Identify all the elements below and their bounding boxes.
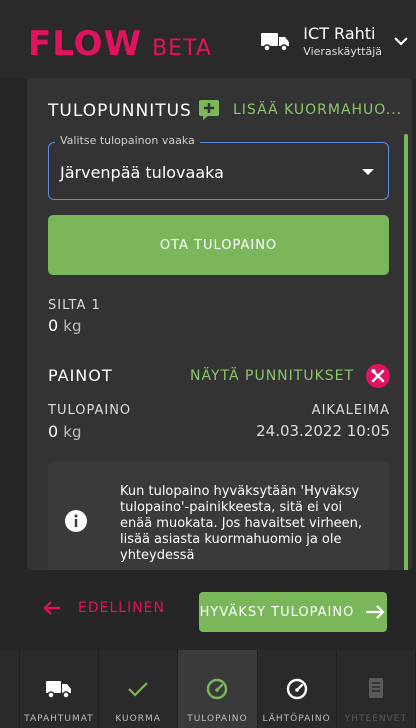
nav-label-lahtopaino: LÄHTÖPAINO: [262, 714, 331, 724]
timestamp-label: AIKALEIMA: [311, 403, 390, 418]
scale-select[interactable]: Valitse tulopainon vaaka Järvenpää tulov…: [48, 134, 389, 200]
bridge-label: SILTA 1: [48, 298, 101, 313]
nav-item-kuorma[interactable]: KUORMA: [99, 650, 179, 728]
scale-select-legend: Valitse tulopainon vaaka: [55, 134, 200, 147]
logo-text: FLOW: [28, 24, 143, 64]
show-weighings-label: NÄYTÄ PUNNITUKSET: [190, 368, 355, 384]
info-text: Kun tulopaino hyväksytään 'Hyväksy tulop…: [120, 484, 363, 563]
flow-logo: FLOW BETA: [28, 24, 212, 64]
truck-icon: [45, 681, 71, 699]
add-comment-label: LISÄÄ KUORMAHUO...: [233, 102, 403, 118]
bridge-weight-value: 0: [48, 316, 59, 335]
bridge-weight-unit: kg: [63, 317, 82, 335]
nav-edge: [0, 650, 20, 728]
user-info: ICT Rahti Vieraskäyttäjä: [303, 24, 382, 58]
previous-label: EDELLINEN: [78, 600, 165, 616]
section-title: TULOPUNNITUS: [48, 101, 192, 121]
previous-button[interactable]: EDELLINEN: [42, 598, 165, 618]
document-icon: [368, 678, 383, 698]
user-role: Vieraskäyttäjä: [303, 45, 382, 58]
user-menu[interactable]: ICT Rahti Vieraskäyttäjä: [261, 24, 410, 58]
user-name: ICT Rahti: [303, 24, 376, 43]
dropdown-caret-icon: [362, 169, 374, 175]
accept-weight-button[interactable]: HYVÄKSY TULOPAINO: [199, 592, 387, 632]
take-weight-button[interactable]: OTA TULOPAINO: [48, 215, 389, 275]
scrollbar[interactable]: [404, 134, 408, 570]
check-icon: [128, 682, 148, 697]
chevron-down-icon: [394, 37, 408, 46]
nav-item-lahtopaino[interactable]: LÄHTÖPAINO: [258, 650, 337, 728]
tools-icon: [366, 364, 391, 388]
take-weight-label: OTA TULOPAINO: [159, 237, 278, 253]
nav-item-tapahtumat[interactable]: TAPAHTUMAT: [20, 650, 100, 728]
arrow-right-icon: [366, 605, 385, 619]
nav-label-kuorma: KUORMA: [115, 714, 161, 724]
nav-item-tulopaino[interactable]: TULOPAINO: [178, 650, 258, 728]
arrival-weight-unit: kg: [63, 423, 82, 441]
info-icon: [65, 510, 87, 532]
timestamp-value: 24.03.2022 10:05: [256, 422, 390, 440]
arrow-left-icon: [43, 601, 60, 615]
arrival-weight: 0 kg: [48, 422, 82, 441]
info-notice: Kun tulopaino hyväksytään 'Hyväksy tulop…: [48, 462, 389, 570]
beta-badge: BETA: [152, 36, 212, 61]
add-comment-icon: [199, 100, 219, 120]
nav-label-tulopaino: TULOPAINO: [187, 714, 248, 724]
gauge-icon: [207, 678, 228, 700]
scale-select-value: Järvenpää tulovaaka: [60, 163, 224, 182]
truck-icon: [261, 33, 290, 52]
accept-weight-label: HYVÄKSY TULOPAINO: [199, 604, 355, 620]
nav-label-yhteenveto: YHTEENVET: [344, 714, 407, 724]
add-comment-button[interactable]: LISÄÄ KUORMAHUO...: [199, 100, 402, 120]
footer-actions: EDELLINEN HYVÄKSY TULOPAINO: [0, 588, 416, 634]
arrival-weight-value: 0: [48, 422, 59, 441]
show-weighings-button[interactable]: NÄYTÄ PUNNITUKSET: [190, 364, 391, 388]
arrival-weight-label: TULOPAINO: [48, 403, 132, 418]
nav-item-yhteenveto[interactable]: YHTEENVET: [337, 650, 416, 728]
gauge-outline-icon: [286, 678, 307, 700]
weighing-card: TULOPUNNITUS LISÄÄ KUORMAHUO... Valitse …: [27, 78, 412, 570]
weights-heading: PAINOT: [48, 366, 113, 385]
app-root: FLOW BETA ICT Rahti Vieraskäyttäjä TULOP…: [0, 0, 416, 728]
bottom-nav: TAPAHTUMAT KUORMA TULOPAINO LÄHTÖPAINO Y…: [0, 650, 416, 728]
app-header: FLOW BETA ICT Rahti Vieraskäyttäjä: [0, 0, 416, 78]
bridge-weight: 0 kg: [48, 316, 82, 335]
nav-label-tapahtumat: TAPAHTUMAT: [24, 714, 94, 724]
